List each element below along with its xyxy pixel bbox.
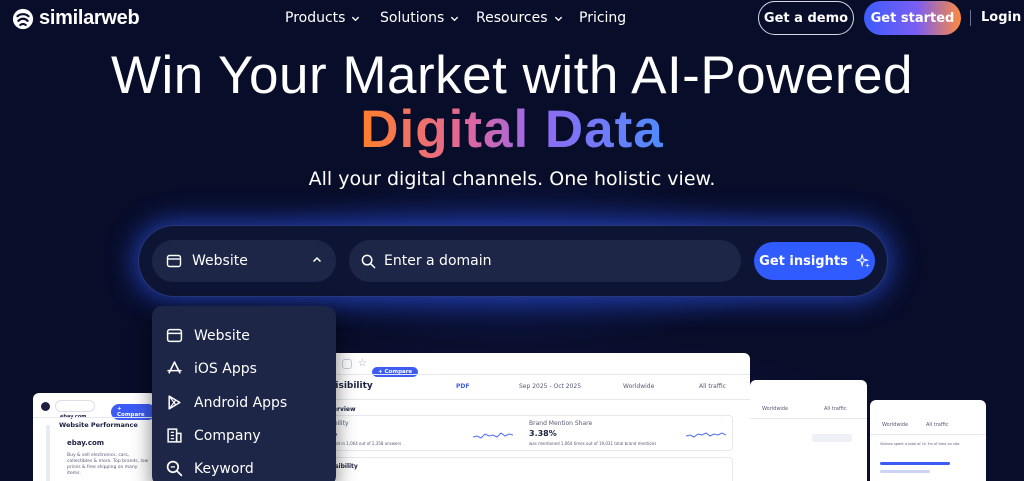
mini-title: Website Performance xyxy=(59,421,138,429)
top-navigation: similarweb Products Solutions Resources … xyxy=(0,0,1024,36)
mini-site: ebay.com xyxy=(67,439,105,447)
nav-divider xyxy=(970,10,971,26)
nav-pricing[interactable]: Pricing xyxy=(579,10,626,26)
nav-products-label: Products xyxy=(285,10,346,26)
nav-products[interactable]: Products xyxy=(285,10,360,26)
dropdown-item-label: iOS Apps xyxy=(194,360,257,377)
metric2-note: was mentioned 1,064 times out of 19,031 … xyxy=(529,441,657,446)
search-type-select[interactable]: Website xyxy=(152,240,336,282)
similarweb-mini-logo-icon xyxy=(41,402,50,411)
nav-pricing-label: Pricing xyxy=(579,10,627,26)
hero-subtitle: All your digital channels. One holistic … xyxy=(308,168,716,190)
sparkle-icon xyxy=(855,254,870,268)
nav-solutions-label: Solutions xyxy=(380,10,445,26)
mini-description: Buy & sell electronics, cars, collectibl… xyxy=(67,453,149,476)
dropdown-item-company[interactable]: Company xyxy=(152,419,336,452)
card-c-note: Visitors spent a total of 1h 3m of time … xyxy=(880,442,960,446)
main-region: Worldwide xyxy=(623,383,655,390)
preview-card-website-performance: ebay.com + Compare Website Performance e… xyxy=(33,393,156,481)
browser-window-icon xyxy=(166,328,183,343)
similarweb-logo-icon xyxy=(12,8,34,29)
metric1-note: ioned in 1,064 out of 2,358 answers xyxy=(329,441,402,446)
hero-heading-line1: Win Your Market with AI-Powered xyxy=(110,46,913,105)
nav-resources-label: Resources xyxy=(476,10,548,26)
google-play-icon xyxy=(168,395,181,410)
card-c-bar xyxy=(880,462,950,465)
chevron-up-icon xyxy=(312,256,322,263)
dropdown-item-label: Keyword xyxy=(194,460,254,477)
card-b-traffic: All traffic xyxy=(824,406,847,412)
logo-text: similarweb xyxy=(39,7,140,29)
search-icon xyxy=(361,254,376,268)
main-traffic: All traffic xyxy=(699,383,726,390)
main-date-range: Sep 2025 - Oct 2025 xyxy=(519,383,582,390)
nav-solutions[interactable]: Solutions xyxy=(380,10,459,26)
mini-domain-tab: ebay.com xyxy=(55,400,95,420)
nav-resources[interactable]: Resources xyxy=(476,10,563,26)
dropdown-item-label: Company xyxy=(194,427,261,444)
mini-sidebar xyxy=(46,425,50,481)
hero-heading-line2: Digital Data xyxy=(0,100,1024,160)
building-icon xyxy=(167,428,182,443)
search-icon xyxy=(166,460,183,477)
dropdown-item-ios-apps[interactable]: iOS Apps xyxy=(152,352,336,385)
preview-card-right-1: Worldwide All traffic xyxy=(750,380,867,481)
visibility-box xyxy=(321,457,733,481)
chevron-down-icon xyxy=(554,16,562,21)
hero-gradient-text: Digital Data xyxy=(360,100,664,159)
get-a-demo-button[interactable]: Get a demo xyxy=(758,1,854,35)
pdf-label: PDF xyxy=(456,383,470,390)
get-insights-button[interactable]: Get insights xyxy=(754,242,875,280)
star-icon: ☆ xyxy=(358,358,367,369)
card-c-bar xyxy=(880,470,930,473)
main-compare-label: + Compare xyxy=(372,367,419,377)
brand-logo[interactable]: similarweb xyxy=(12,7,140,30)
card-c-traffic: All traffic xyxy=(926,422,949,428)
dropdown-item-website[interactable]: Website xyxy=(152,319,336,352)
card-b-toolbar xyxy=(812,434,852,442)
domain-input[interactable] xyxy=(384,253,724,269)
sparkline-icon xyxy=(686,432,726,438)
dropdown-item-label: Android Apps xyxy=(194,394,288,411)
get-started-button[interactable]: Get started xyxy=(864,1,961,35)
login-link[interactable]: Login xyxy=(981,10,1021,25)
card-b-region: Worldwide xyxy=(762,406,789,412)
preview-card-brand-visibility: ☆ + Compare d Visibility PDF Sep 2025 - … xyxy=(301,353,750,481)
domain-search-field[interactable] xyxy=(349,240,741,282)
search-type-dropdown: Website iOS Apps Android Apps Company Ke… xyxy=(152,306,336,481)
chevron-down-icon xyxy=(352,16,360,21)
preview-card-right-2: Worldwide All traffic Visitors spent a t… xyxy=(870,400,986,481)
app-store-icon xyxy=(167,361,182,374)
dropdown-item-android-apps[interactable]: Android Apps xyxy=(152,386,336,419)
dropdown-item-keyword[interactable]: Keyword xyxy=(152,452,336,481)
card-c-region: Worldwide xyxy=(882,422,909,428)
get-insights-label: Get insights xyxy=(759,253,848,269)
metric2-title: Brand Mention Share xyxy=(529,420,593,427)
search-type-value: Website xyxy=(192,253,248,269)
dropdown-item-label: Website xyxy=(194,327,250,344)
sparkline-icon xyxy=(473,432,513,439)
chevron-down-icon xyxy=(451,16,459,21)
mini-edit-icon xyxy=(342,359,352,369)
metric2-value: 3.38% xyxy=(529,429,557,438)
browser-window-icon xyxy=(166,254,182,268)
